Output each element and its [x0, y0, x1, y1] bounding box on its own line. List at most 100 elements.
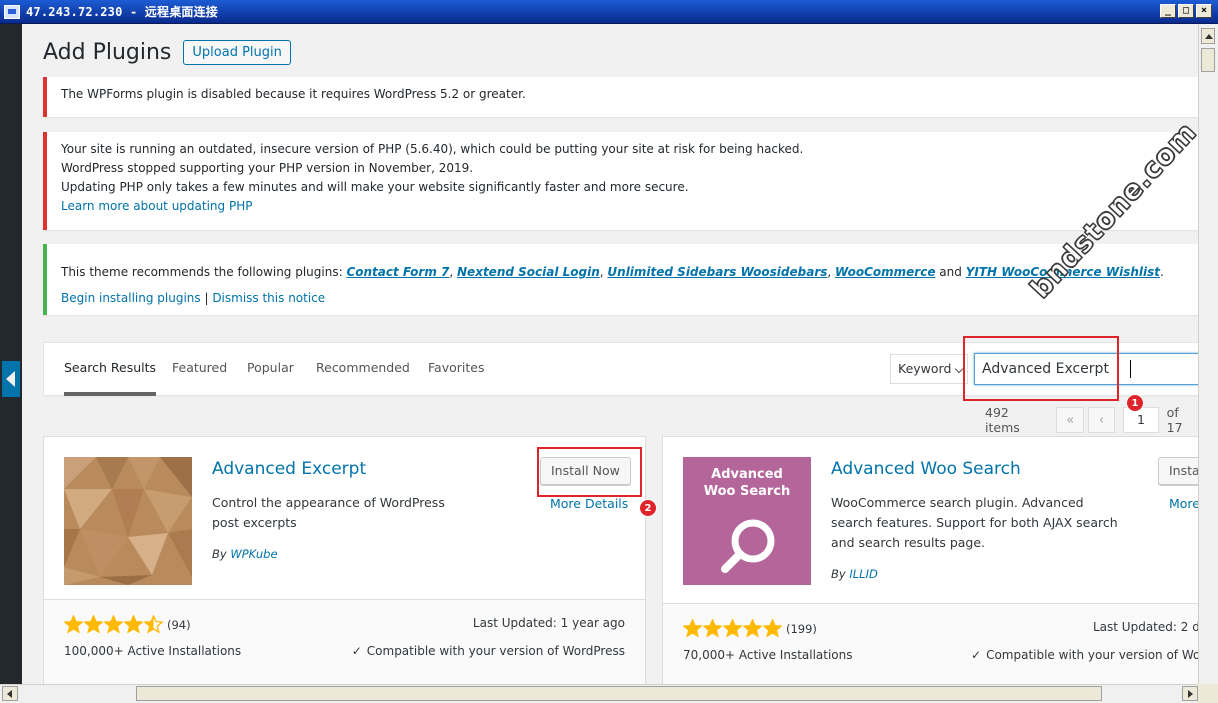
separator: .: [1160, 265, 1164, 279]
compatibility: ✓ Compatible with your version of WordPre…: [352, 644, 625, 658]
separator: |: [200, 291, 213, 305]
checkmark-icon: ✓: [971, 648, 982, 662]
plugin-card-advanced-woo-search: Advanced Woo Search Advanced Woo Search …: [662, 436, 1198, 684]
begin-installing-link[interactable]: Begin installing plugins: [61, 291, 201, 305]
rating-count: (199): [786, 621, 817, 636]
admin-sidebar-edge: [0, 24, 22, 684]
compatibility-text: Compatible with your version of WordPres…: [366, 644, 625, 658]
vertical-scrollbar[interactable]: [1198, 24, 1218, 684]
plugin-description: Control the appearance of WordPress post…: [212, 495, 445, 530]
active-installs: 100,000+ Active Installations: [64, 644, 242, 658]
icon-caption: Advanced Woo Search: [683, 466, 811, 500]
theme-notice-prefix: This theme recommends the following plug…: [61, 265, 347, 279]
last-updated: Last Updated: 1 year ago: [472, 616, 625, 630]
minimize-button[interactable]: _: [1160, 4, 1176, 18]
star-filled-icon: [703, 619, 722, 638]
remote-desktop-icon: [4, 4, 20, 19]
separator: ,: [449, 265, 458, 279]
plugin-name-link[interactable]: Advanced Excerpt: [212, 459, 366, 479]
icon-caption-line: Woo Search: [703, 484, 791, 499]
tab-search-results[interactable]: Search Results: [64, 343, 157, 396]
advanced-woo-search-icon[interactable]: Advanced Woo Search: [683, 457, 811, 585]
horizontal-scrollbar[interactable]: [0, 684, 1218, 703]
annotation-box-search: [963, 336, 1119, 401]
theme-notice-line: This theme recommends the following plug…: [61, 259, 1189, 285]
plugin-author: By ILLID: [831, 567, 878, 581]
close-button[interactable]: ×: [1196, 4, 1212, 18]
scroll-left-arrow-icon[interactable]: [2, 686, 18, 701]
author-prefix: By: [831, 567, 850, 581]
php-notice-line: Updating PHP only takes a few minutes an…: [61, 180, 689, 194]
collapse-menu-arrow-icon[interactable]: [2, 361, 20, 397]
php-notice-line: WordPress stopped supporting your PHP ve…: [61, 161, 474, 175]
php-outdated-notice: Your site is running an outdated, insecu…: [43, 132, 1198, 230]
scrollbar-corner: [1198, 684, 1218, 703]
php-notice-line: Your site is running an outdated, insecu…: [61, 142, 804, 156]
last-updated: Last Updated: 2 d: [1093, 620, 1198, 634]
checkmark-icon: ✓: [351, 644, 362, 658]
tab-featured[interactable]: Featured: [172, 343, 227, 396]
rec-plugin-link[interactable]: Unlimited Sidebars Woosidebars: [607, 265, 827, 279]
plugin-card-bottom: (199) 70,000+ Active Installations Last …: [663, 603, 1198, 684]
vertical-scroll-thumb[interactable]: [1201, 48, 1215, 72]
scroll-up-arrow-icon[interactable]: [1201, 28, 1215, 44]
tab-recommended[interactable]: Recommended: [316, 343, 410, 396]
dismiss-notice-link[interactable]: Dismiss this notice: [212, 291, 325, 305]
plugin-card-bottom: (94) 100,000+ Active Installations Last …: [44, 599, 645, 684]
learn-more-php-link[interactable]: Learn more about updating PHP: [61, 199, 252, 213]
more-details-link[interactable]: More Details: [550, 496, 628, 511]
magnifier-icon: [721, 519, 775, 573]
search-type-select[interactable]: Keyword: [890, 354, 968, 384]
wp-admin-content: Add Plugins Upload Plugin The WPForms pl…: [22, 24, 1198, 684]
star-filled-icon: [104, 615, 123, 634]
page-header: Add Plugins Upload Plugin: [43, 40, 291, 65]
author-prefix: By: [212, 547, 231, 561]
first-page-button[interactable]: «: [1056, 407, 1084, 433]
star-filled-icon: [64, 615, 83, 634]
star-filled-icon: [743, 619, 762, 638]
plugin-card-top: Advanced Woo Search Advanced Woo Search …: [663, 437, 1198, 603]
author-link[interactable]: ILLID: [849, 567, 877, 581]
rdp-title-bar: 47.243.72.230 - 远程桌面连接 _ □ ×: [0, 0, 1218, 24]
theme-notice-actions: Begin installing plugins | Dismiss this …: [61, 285, 1189, 311]
icon-caption-line: Advanced: [711, 467, 783, 482]
rec-plugin-link[interactable]: Nextend Social Login: [457, 265, 600, 279]
page-title: Add Plugins: [43, 40, 172, 65]
scroll-right-arrow-icon[interactable]: [1182, 686, 1198, 701]
tab-popular[interactable]: Popular: [247, 343, 294, 396]
window-title: 47.243.72.230 - 远程桌面连接: [26, 5, 218, 19]
rec-plugin-link[interactable]: Contact Form 7: [346, 265, 449, 279]
window-controls: _ □ ×: [1160, 4, 1212, 18]
advanced-excerpt-icon[interactable]: [64, 457, 192, 585]
annotation-badge: 2: [639, 499, 657, 517]
compatibility-text: Compatible with your version of Wo: [986, 648, 1198, 662]
more-details-link[interactable]: More: [1169, 496, 1198, 511]
author-link[interactable]: WPKube: [230, 547, 277, 561]
plugin-name-link[interactable]: Advanced Woo Search: [831, 459, 1021, 479]
wpforms-notice-text: The WPForms plugin is disabled because i…: [61, 87, 526, 101]
star-rating: (94): [64, 615, 191, 634]
wpforms-notice: The WPForms plugin is disabled because i…: [43, 77, 1198, 117]
plugin-author: By WPKube: [212, 547, 278, 561]
plugin-description: WooCommerce search plugin. Advanced sear…: [831, 495, 1118, 550]
star-half-icon: [144, 615, 163, 634]
maximize-button[interactable]: □: [1178, 4, 1194, 18]
install-now-button[interactable]: Instal: [1158, 457, 1198, 485]
star-rating: (199): [683, 619, 817, 638]
prev-page-button[interactable]: ‹: [1087, 407, 1116, 433]
theme-recommendation-notice: This theme recommends the following plug…: [43, 244, 1198, 315]
star-filled-icon: [683, 619, 702, 638]
total-pages: of 17: [1166, 405, 1183, 435]
active-installs: 70,000+ Active Installations: [683, 648, 853, 662]
upload-plugin-button[interactable]: Upload Plugin: [183, 40, 291, 65]
current-page-input[interactable]: 1: [1123, 407, 1159, 433]
annotation-box-install: [537, 447, 642, 497]
search-type-value: Keyword: [898, 361, 952, 376]
compatibility: ✓ Compatible with your version of Wo: [971, 648, 1198, 662]
star-filled-icon: [723, 619, 742, 638]
items-count: 492 items: [985, 405, 1020, 435]
pagination: 492 items « ‹ 1 of 17: [985, 405, 1198, 435]
rec-plugin-link[interactable]: WooCommerce: [835, 265, 935, 279]
tab-favorites[interactable]: Favorites: [428, 343, 484, 396]
horizontal-scroll-thumb[interactable]: [136, 686, 1102, 701]
